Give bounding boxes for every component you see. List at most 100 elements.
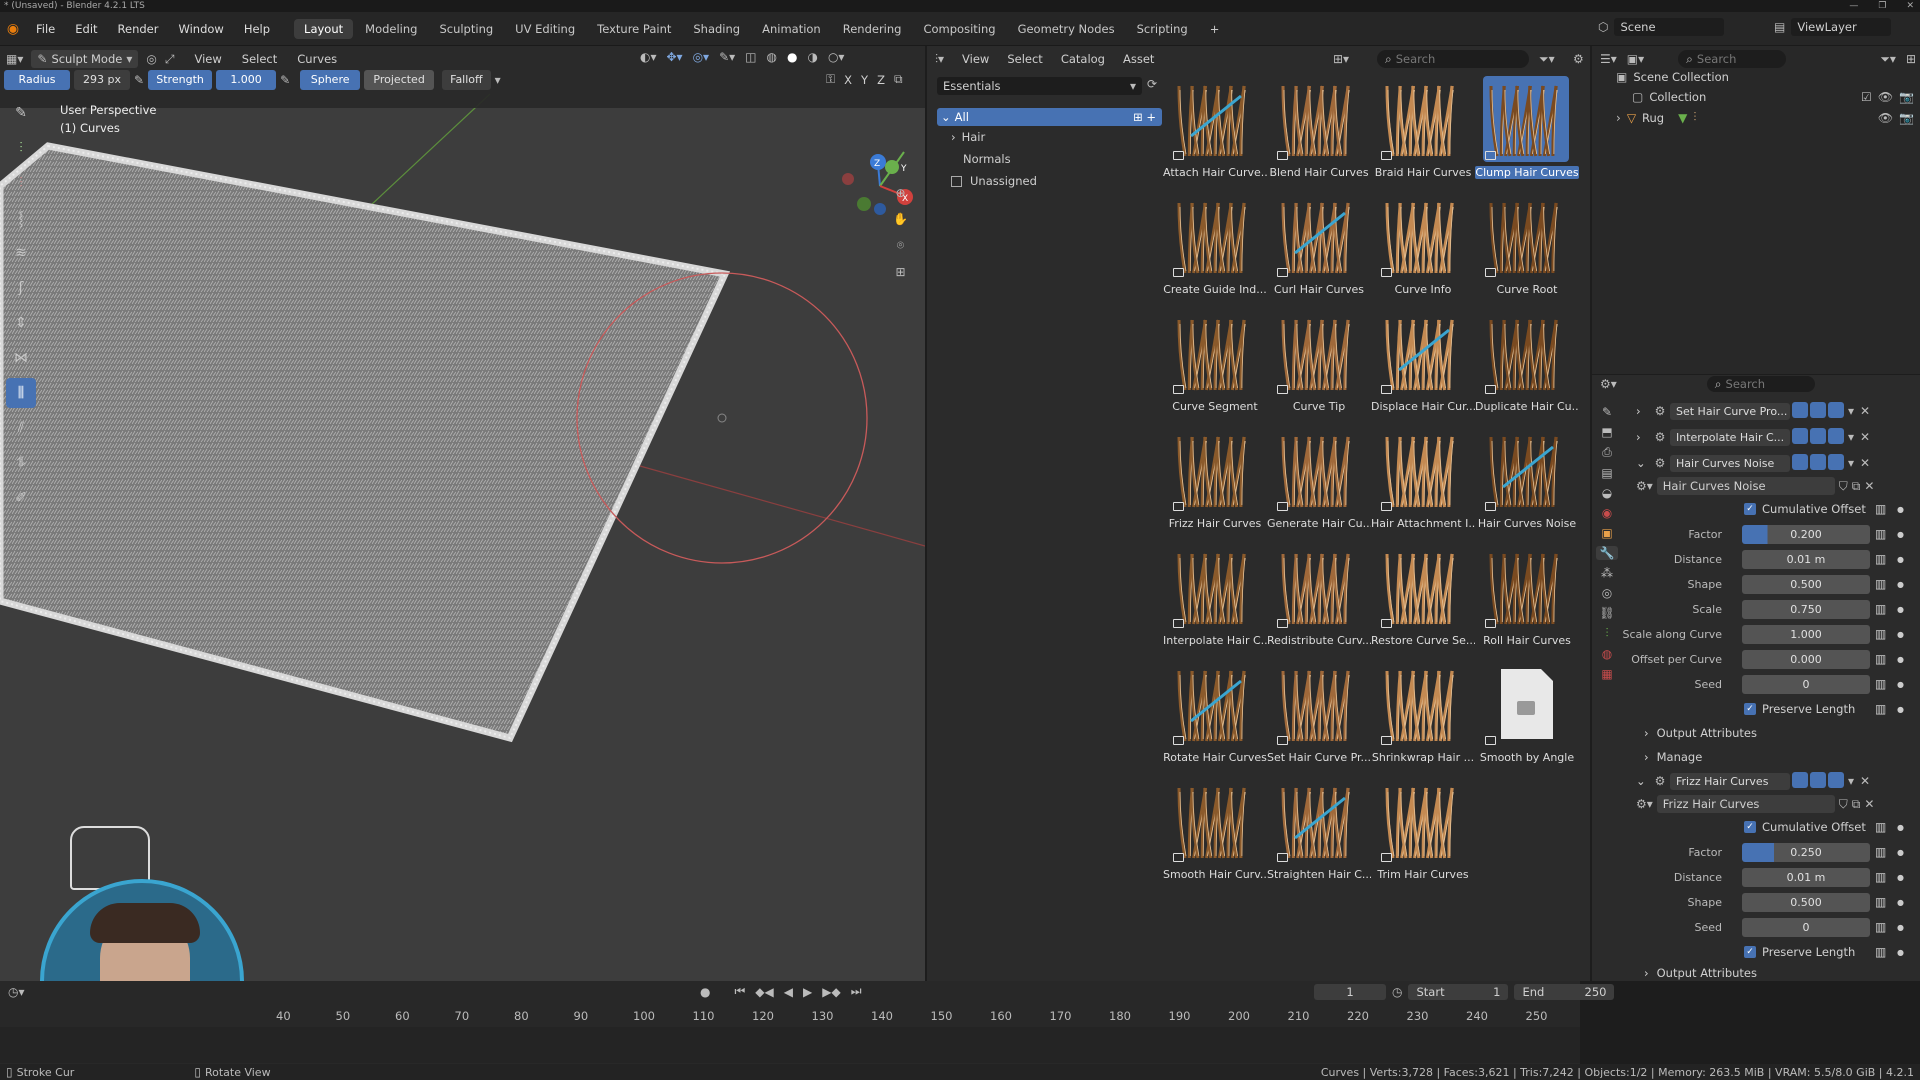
modifier-set-hair-curve-profile[interactable]: › ⚙ Set Hair Curve Pro... ▾ ✕ [1636, 400, 1916, 422]
auto-keying-icon[interactable]: ● [700, 985, 710, 999]
asset-editor-icon[interactable]: ⫶▾ [935, 52, 944, 67]
eye-icon[interactable]: 👁 [1878, 90, 1893, 104]
input-attribute-toggle-icon[interactable]: ▥ [1875, 577, 1889, 591]
input-attribute-toggle-icon[interactable]: ▥ [1875, 945, 1889, 959]
strength-label[interactable]: Strength [148, 70, 213, 90]
asset-tile[interactable]: Curl Hair Curves [1267, 193, 1369, 305]
strength-field[interactable]: 1.000 [216, 70, 277, 90]
asset-tile[interactable]: Blend Hair Curves [1267, 76, 1369, 188]
grow-shrink-tool-icon[interactable]: ⇕ [6, 308, 36, 338]
fake-user-shield-icon[interactable]: ⛉ [1839, 797, 1848, 812]
end-frame-field[interactable]: End 250 [1514, 984, 1615, 1000]
asset-tile[interactable]: Rotate Hair Curves [1163, 661, 1267, 773]
asset-tile[interactable]: Straighten Hair C... [1267, 778, 1371, 890]
catalog-normals[interactable]: Normals [937, 148, 1162, 170]
tool-tab-icon[interactable]: ✎ [1596, 405, 1618, 419]
factor-field[interactable]: 0.200 [1742, 524, 1870, 544]
keyframe-dot-icon[interactable]: ● [1897, 898, 1904, 907]
input-attribute-toggle-icon[interactable]: ▥ [1875, 527, 1889, 541]
input-attribute-toggle-icon[interactable]: ▥ [1875, 845, 1889, 859]
remove-modifier-icon[interactable]: ✕ [1860, 456, 1870, 470]
visibility-icon[interactable]: ◐▾ [640, 50, 657, 64]
asset-tile[interactable]: Roll Hair Curves [1475, 544, 1577, 656]
asset-search-field[interactable]: ⌕ Search [1377, 50, 1529, 68]
modifier-interpolate-hair-curves[interactable]: › ⚙ Interpolate Hair C... ▾ ✕ [1636, 426, 1916, 448]
material-shading-icon[interactable]: ◑ [807, 50, 817, 64]
rug-row[interactable]: › ▽ Rug ▼ ⫶ 👁 📷 [1616, 110, 1914, 125]
preserve-length-checkbox[interactable]: ✓ [1744, 946, 1756, 958]
overlay-toggle-icon[interactable]: ◎▾ [693, 50, 710, 64]
axis-z-toggle[interactable]: Z [877, 73, 885, 87]
settings-gear-icon[interactable]: ⚙ [1573, 52, 1584, 66]
modifier-hair-curves-noise[interactable]: ⌄ ⚙ Hair Curves Noise ▾ ✕ [1636, 452, 1916, 474]
unlink-icon[interactable]: ✕ [1864, 797, 1874, 811]
modifier-visibility-toggles[interactable] [1790, 771, 1844, 791]
new-collection-icon[interactable]: ⊞ [1906, 52, 1916, 66]
seed-field[interactable]: 0 [1742, 917, 1870, 937]
properties-search-field[interactable]: ⌕ Search [1706, 376, 1815, 392]
outliner-editor-icon[interactable]: ☰▾ [1600, 52, 1617, 66]
density-tool-icon[interactable]: ⸾ [6, 203, 36, 233]
zoom-icon[interactable]: ⊕ [893, 186, 908, 200]
eye-icon[interactable]: 👁 [1878, 111, 1893, 125]
shape-field[interactable]: 0.500 [1742, 574, 1870, 594]
asset-tile[interactable]: Frizz Hair Curves [1163, 427, 1265, 539]
viewport-menu-view[interactable]: View [194, 52, 221, 66]
properties-editor-icon[interactable]: ⚙▾ [1600, 377, 1617, 391]
node-group-name[interactable]: Frizz Hair Curves [1656, 795, 1835, 813]
asset-menu-select[interactable]: Select [1007, 52, 1042, 66]
axis-x-toggle[interactable]: X [844, 73, 852, 87]
puff-tool-icon[interactable]: ⫼ [6, 378, 36, 408]
duplicate-icon[interactable]: ⧉ [1852, 797, 1861, 812]
scene-selector[interactable]: ⬡ Scene [1598, 18, 1725, 36]
edit-overlay-icon[interactable]: ✎▾ [719, 50, 735, 64]
blender-logo-icon[interactable]: ◉ [0, 21, 26, 37]
factor-field[interactable]: 0.250 [1742, 842, 1870, 862]
shape-field[interactable]: 0.500 [1742, 892, 1870, 912]
remove-modifier-icon[interactable]: ✕ [1860, 404, 1870, 418]
asset-tile[interactable]: Duplicate Hair Cu... [1475, 310, 1579, 422]
tab-texture-paint[interactable]: Texture Paint [587, 19, 681, 39]
input-attribute-toggle-icon[interactable]: ▥ [1875, 502, 1889, 516]
remove-modifier-icon[interactable]: ✕ [1860, 430, 1870, 444]
input-attribute-toggle-icon[interactable]: ▥ [1875, 702, 1889, 716]
asset-tile[interactable]: Curve Tip [1267, 310, 1369, 422]
sphere-falloff-button[interactable]: Sphere [300, 70, 361, 90]
keyframe-dot-icon[interactable]: ● [1897, 705, 1904, 714]
noise-output-attributes-panel[interactable]: › Output Attributes [1592, 722, 1920, 744]
modifier-dropdown-icon[interactable]: ▾ [1848, 456, 1854, 470]
strength-pressure-icon[interactable]: ✎ [280, 73, 290, 87]
keyframe-dot-icon[interactable]: ● [1897, 680, 1904, 689]
tab-sculpting[interactable]: Sculpting [429, 19, 503, 39]
keyframe-dot-icon[interactable]: ● [1897, 555, 1904, 564]
new-catalog-icon[interactable]: ⊞ + [1133, 110, 1156, 124]
node-group-name[interactable]: Hair Curves Noise [1656, 477, 1835, 495]
cumulative-checkbox[interactable]: ✓ [1744, 503, 1756, 515]
input-attribute-toggle-icon[interactable]: ▥ [1875, 870, 1889, 884]
next-keyframe-icon[interactable]: ▶◆ [822, 985, 840, 999]
keyframe-dot-icon[interactable]: ● [1897, 923, 1904, 932]
projected-falloff-button[interactable]: Projected [364, 70, 435, 90]
input-attribute-toggle-icon[interactable]: ▥ [1875, 920, 1889, 934]
modifier-name[interactable]: Frizz Hair Curves [1670, 772, 1790, 790]
scene-collection-row[interactable]: ▣ Scene Collection [1616, 70, 1729, 84]
rendered-shading-icon[interactable]: ○▾ [828, 50, 845, 64]
view-layer-tab-icon[interactable]: ▤ [1596, 466, 1618, 480]
slide-tool-icon[interactable]: ⥮ [6, 448, 36, 478]
start-frame-field[interactable]: Start 1 [1408, 984, 1509, 1000]
library-selector[interactable]: Essentials ▾ [937, 77, 1142, 95]
offset-per-curve-field[interactable]: 0.000 [1742, 649, 1870, 669]
jump-end-icon[interactable]: ⏭ [851, 984, 862, 999]
keyframe-dot-icon[interactable]: ● [1897, 530, 1904, 539]
asset-menu-asset[interactable]: Asset [1123, 52, 1154, 66]
viewlayer-name[interactable]: ViewLayer [1791, 18, 1892, 36]
asset-tile[interactable]: Create Guide Ind... [1163, 193, 1267, 305]
display-filter-icon[interactable]: ▣▾ [1627, 52, 1644, 66]
scene-name[interactable]: Scene [1614, 18, 1725, 36]
select-brush-tool-icon[interactable]: ✎ [6, 98, 36, 128]
keyframe-dot-icon[interactable]: ● [1897, 505, 1904, 514]
current-frame-field[interactable]: 1 [1314, 984, 1386, 1000]
input-attribute-toggle-icon[interactable]: ▥ [1875, 677, 1889, 691]
asset-tile[interactable]: Shrinkwrap Hair ... [1371, 661, 1474, 773]
input-attribute-toggle-icon[interactable]: ▥ [1875, 627, 1889, 641]
